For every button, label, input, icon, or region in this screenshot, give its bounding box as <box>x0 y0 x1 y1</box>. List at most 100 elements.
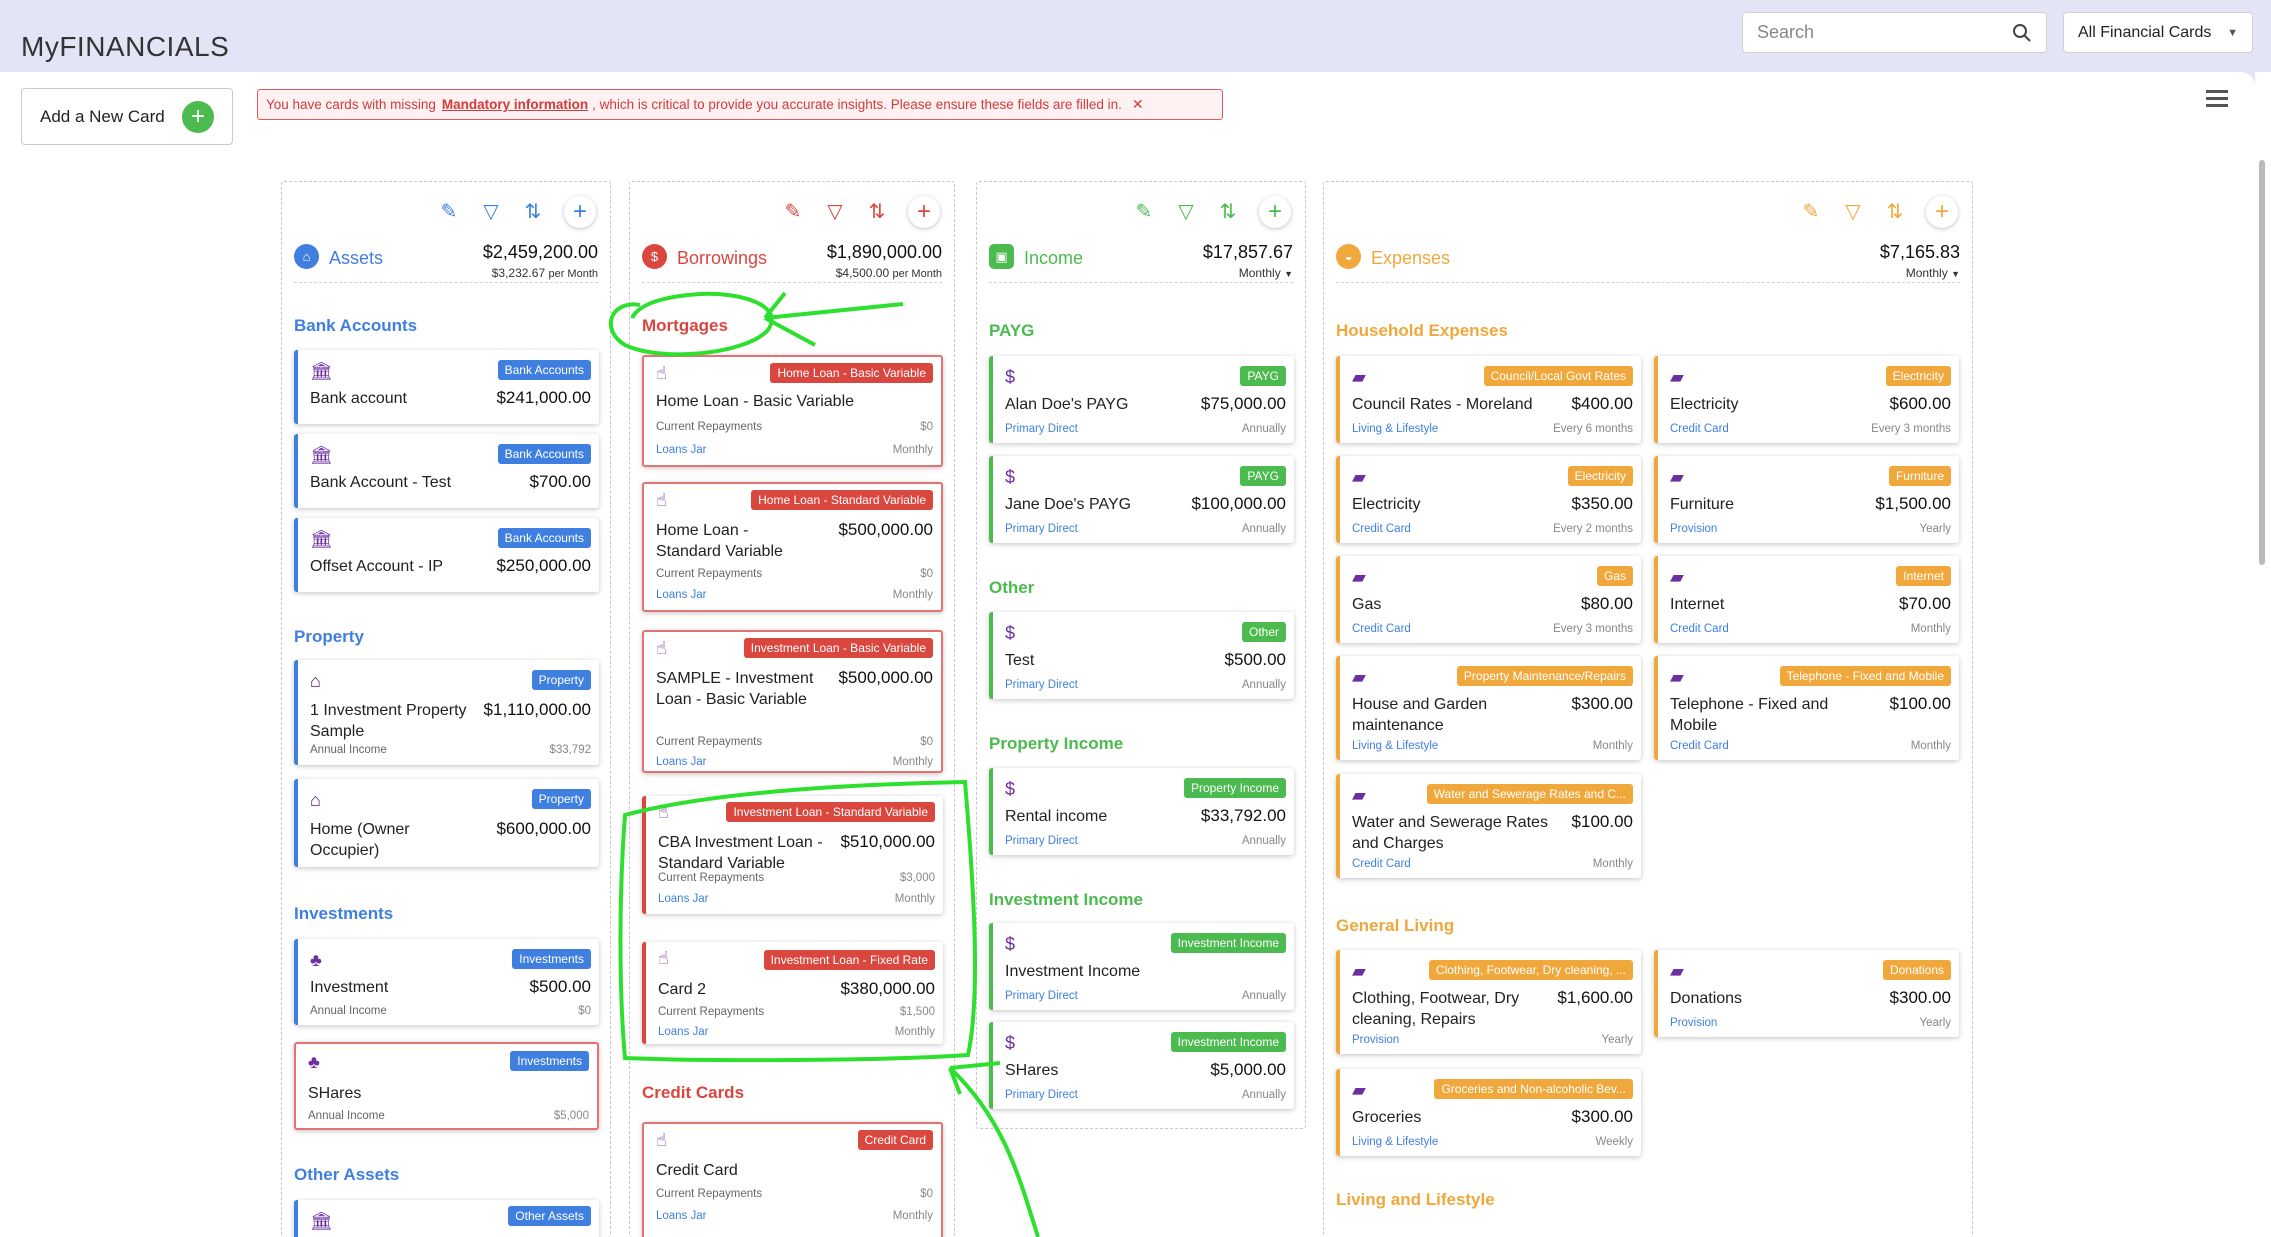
sort-icon[interactable]: ⇅ <box>522 202 544 222</box>
asset-card[interactable]: 🏛 Other Assets <box>294 1200 599 1237</box>
borrowing-card-missing-info[interactable]: ☝ Home Loan - Basic Variable Home Loan -… <box>642 355 943 467</box>
account-link[interactable]: Primary Direct <box>1005 679 1078 691</box>
search-icon[interactable] <box>2012 23 2032 43</box>
loans-jar-link[interactable]: Loans Jar <box>658 1026 709 1038</box>
borrowing-card[interactable]: ☝ Investment Loan - Standard Variable CB… <box>642 796 943 914</box>
asset-card[interactable]: ⌂ Property Home (Owner Occupier) $600,00… <box>294 779 599 867</box>
card-badge: Investment Loan - Standard Variable <box>726 802 935 822</box>
account-link[interactable]: Credit Card <box>1352 858 1411 870</box>
expense-card[interactable]: ▰ Gas Gas $80.00 Credit Card Every 3 mon… <box>1336 556 1641 643</box>
expense-card[interactable]: ▰ Donations Donations $300.00 Provision … <box>1654 950 1959 1037</box>
income-card[interactable]: $ Property Income Rental income $33,792.… <box>989 768 1294 855</box>
asset-card[interactable]: 🏛 Bank Accounts Bank account $241,000.00 <box>294 350 599 424</box>
edit-icon[interactable]: ✎ <box>1133 202 1155 222</box>
account-link[interactable]: Credit Card <box>1352 623 1411 635</box>
expense-card[interactable]: ▰ Electricity Electricity $600.00 Credit… <box>1654 356 1959 443</box>
account-link[interactable]: Credit Card <box>1670 423 1729 435</box>
account-link[interactable]: Provision <box>1670 1017 1717 1029</box>
borrowing-card[interactable]: ☝ Investment Loan - Fixed Rate Card 2 $3… <box>642 942 943 1044</box>
card-amount: $500.00 <box>529 977 591 996</box>
account-link[interactable]: Primary Direct <box>1005 1089 1078 1101</box>
add-income-button[interactable]: + <box>1259 196 1291 228</box>
edit-icon[interactable]: ✎ <box>438 202 460 222</box>
account-link[interactable]: Provision <box>1670 523 1717 535</box>
borrowing-card-missing-info[interactable]: ☝ Credit Card Credit Card Current Repaym… <box>642 1122 943 1237</box>
wallet-icon: ▣ <box>989 244 1014 269</box>
account-link[interactable]: Primary Direct <box>1005 835 1078 847</box>
card-badge: Credit Card <box>857 1130 933 1150</box>
income-period-select[interactable]: Monthly ▼ <box>1239 266 1293 280</box>
expense-card[interactable]: ▰ Property Maintenance/Repairs House and… <box>1336 656 1641 760</box>
add-expense-button[interactable]: + <box>1926 196 1958 228</box>
card-amount: $250,000.00 <box>496 556 591 575</box>
account-link[interactable]: Credit Card <box>1670 740 1729 752</box>
filter-icon[interactable]: ▽ <box>480 202 502 222</box>
loans-jar-link[interactable]: Loans Jar <box>656 444 707 456</box>
list-view-icon[interactable] <box>2206 90 2228 111</box>
income-card[interactable]: $ PAYG Jane Doe's PAYG $100,000.00 Prima… <box>989 456 1294 543</box>
expense-card[interactable]: ▰ Telephone - Fixed and Mobile Telephone… <box>1654 656 1959 760</box>
account-link[interactable]: Primary Direct <box>1005 990 1078 1002</box>
search-input[interactable] <box>1757 22 2012 43</box>
filter-icon[interactable]: ▽ <box>1842 202 1864 222</box>
sort-icon[interactable]: ⇅ <box>1217 202 1239 222</box>
asset-card[interactable]: 🏛 Bank Accounts Offset Account - IP $250… <box>294 518 599 592</box>
card-frequency: Monthly <box>1592 740 1633 752</box>
mandatory-information-link[interactable]: Mandatory information <box>442 97 588 112</box>
section-other: Other <box>989 578 1035 597</box>
sort-icon[interactable]: ⇅ <box>866 202 888 222</box>
card-frequency: Weekly <box>1595 1136 1634 1148</box>
expense-card[interactable]: ▰ Council/Local Govt Rates Council Rates… <box>1336 356 1641 443</box>
card-badge: Property <box>531 789 591 809</box>
filter-icon[interactable]: ▽ <box>1175 202 1197 222</box>
expense-card[interactable]: ▰ Furniture Furniture $1,500.00 Provisio… <box>1654 456 1959 543</box>
card-name: Credit Card <box>656 1162 738 1179</box>
loans-jar-link[interactable]: Loans Jar <box>656 756 707 768</box>
loans-jar-link[interactable]: Loans Jar <box>656 1210 707 1222</box>
asset-card[interactable]: 🏛 Bank Accounts Bank Account - Test $700… <box>294 434 599 508</box>
borrowing-card-missing-info[interactable]: ☝ Home Loan - Standard Variable Home Loa… <box>642 482 943 612</box>
account-link[interactable]: Living & Lifestyle <box>1352 423 1438 435</box>
edit-icon[interactable]: ✎ <box>1800 202 1822 222</box>
expense-card[interactable]: ▰ Electricity Electricity $350.00 Credit… <box>1336 456 1641 543</box>
wallet-card-icon: ▰ <box>1352 567 1366 587</box>
account-link[interactable]: Primary Direct <box>1005 523 1078 535</box>
account-link[interactable]: Credit Card <box>1670 623 1729 635</box>
section-credit-cards: Credit Cards <box>642 1083 745 1102</box>
expense-card[interactable]: ▰ Internet Internet $70.00 Credit Card M… <box>1654 556 1959 643</box>
asset-card-missing-info[interactable]: ♣ Investments SHares Annual Income $5,00… <box>294 1042 599 1130</box>
card-amount: $300.00 <box>1889 988 1951 1007</box>
expense-card[interactable]: ▰ Water and Sewerage Rates and C... Wate… <box>1336 774 1641 878</box>
account-link[interactable]: Living & Lifestyle <box>1352 740 1438 752</box>
card-filter-select[interactable]: All Financial Cards ▼ <box>2063 12 2253 53</box>
asset-card[interactable]: ♣ Investments Investment $500.00 Annual … <box>294 939 599 1025</box>
add-asset-button[interactable]: + <box>564 196 596 228</box>
account-link[interactable]: Living & Lifestyle <box>1352 1136 1438 1148</box>
edit-icon[interactable]: ✎ <box>782 202 804 222</box>
loans-jar-link[interactable]: Loans Jar <box>658 893 709 905</box>
account-link[interactable]: Provision <box>1352 1034 1399 1046</box>
add-new-card-button[interactable]: Add a New Card + <box>21 88 233 145</box>
account-link[interactable]: Credit Card <box>1352 523 1411 535</box>
expense-card[interactable]: ▰ Clothing, Footwear, Dry cleaning, ... … <box>1336 950 1641 1054</box>
income-card[interactable]: $ Other Test $500.00 Primary Direct Annu… <box>989 612 1294 699</box>
account-link[interactable]: Primary Direct <box>1005 423 1078 435</box>
asset-card[interactable]: ⌂ Property 1 Investment Property Sample … <box>294 660 599 765</box>
search-box[interactable] <box>1742 12 2047 53</box>
expense-card[interactable]: ▰ Groceries and Non-alcoholic Bev... Gro… <box>1336 1069 1641 1156</box>
chevron-down-icon: ▼ <box>1951 269 1960 279</box>
borrowing-card-missing-info[interactable]: ☝ Investment Loan - Basic Variable SAMPL… <box>642 630 943 773</box>
add-borrowing-button[interactable]: + <box>908 196 940 228</box>
filter-icon[interactable]: ▽ <box>824 202 846 222</box>
card-name: SHares <box>1005 1062 1059 1079</box>
close-icon[interactable]: ✕ <box>1132 96 1144 113</box>
sort-icon[interactable]: ⇅ <box>1884 202 1906 222</box>
income-card[interactable]: $ PAYG Alan Doe's PAYG $75,000.00 Primar… <box>989 356 1294 443</box>
card-name: Home (Owner Occupier) <box>310 821 410 859</box>
loans-jar-link[interactable]: Loans Jar <box>656 589 707 601</box>
expenses-period-select[interactable]: Monthly ▼ <box>1906 266 1960 280</box>
income-card[interactable]: $ Investment Income SHares $5,000.00 Pri… <box>989 1022 1294 1109</box>
card-name: Bank account <box>310 390 407 407</box>
scrollbar-thumb[interactable] <box>2259 160 2265 565</box>
income-card[interactable]: $ Investment Income Investment Income Pr… <box>989 923 1294 1010</box>
